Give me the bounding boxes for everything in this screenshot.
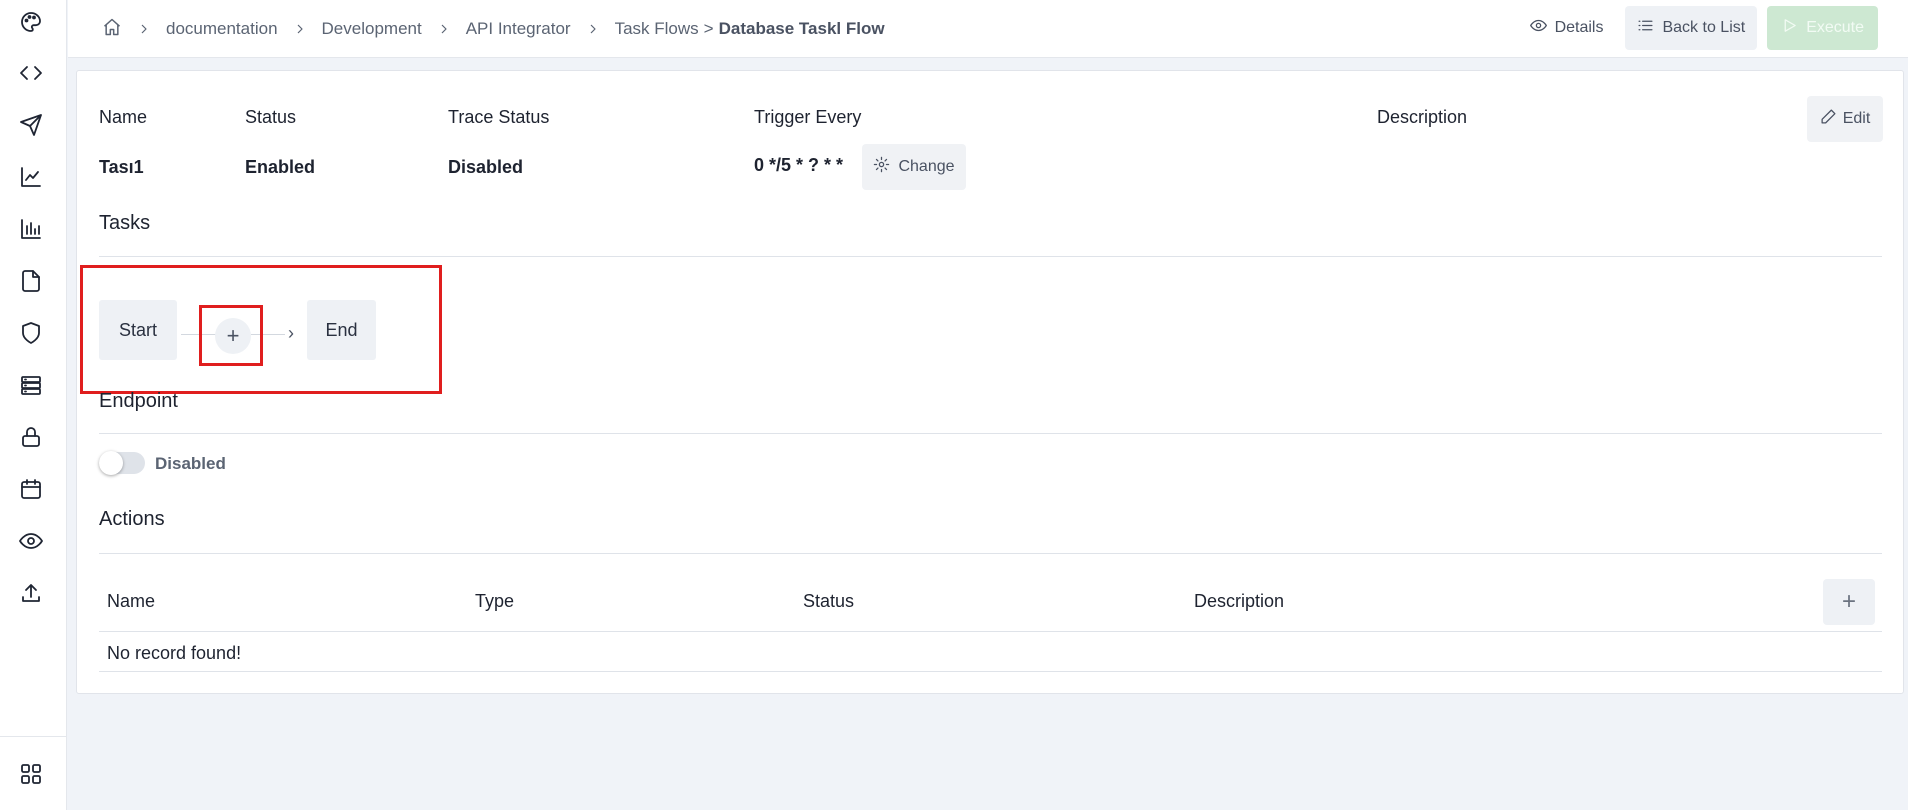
- list-icon: [1637, 17, 1654, 39]
- trace-status-value: Disabled: [448, 157, 524, 177]
- execute-label: Execute: [1806, 19, 1864, 36]
- lock-icon[interactable]: [19, 425, 43, 449]
- top-actions: Details Back to List Execute: [1518, 6, 1878, 50]
- trace-status-label: Trace Status: [448, 107, 550, 127]
- play-icon: [1781, 17, 1798, 39]
- status-value: Enabled: [245, 157, 316, 177]
- description-label: Description: [1377, 107, 1468, 127]
- breadcrumb-item-development[interactable]: Development: [322, 19, 422, 39]
- code-icon[interactable]: [19, 61, 43, 85]
- status-label: Status: [245, 107, 297, 127]
- tasks-divider: [99, 256, 1882, 257]
- server-icon[interactable]: [19, 373, 43, 397]
- table-bottom-divider: [99, 671, 1882, 672]
- breadcrumb: documentation Development API Integrator…: [102, 0, 885, 58]
- col-header-name[interactable]: Name: [107, 591, 155, 612]
- details-label: Details: [1554, 19, 1604, 36]
- actions-divider: [99, 553, 1882, 554]
- chevron-right-icon: [436, 21, 452, 37]
- toggle-knob: [99, 451, 123, 475]
- apps-grid-icon[interactable]: [19, 762, 43, 786]
- breadcrumb-current: Database Taskl Flow: [718, 19, 885, 38]
- endpoint-toggle[interactable]: [99, 451, 145, 475]
- sidebar-divider: [0, 736, 67, 737]
- edit-label: Edit: [1842, 110, 1871, 127]
- send-icon[interactable]: [19, 113, 43, 137]
- chevron-right-icon: [585, 21, 601, 37]
- execute-button[interactable]: Execute: [1767, 6, 1878, 50]
- tasks-title: Tasks: [99, 212, 151, 234]
- add-action-button[interactable]: +: [1823, 579, 1875, 625]
- name-label: Name: [99, 107, 148, 127]
- change-label: Change: [898, 158, 955, 175]
- palette-icon[interactable]: [19, 10, 43, 34]
- sidebar: [0, 0, 67, 810]
- task-flow-card: Name Status Trace Status Trigger Every D…: [76, 70, 1904, 694]
- endpoint-toggle-label: Disabled: [155, 454, 226, 473]
- calendar-icon[interactable]: [19, 477, 43, 501]
- col-header-description[interactable]: Description: [1194, 591, 1284, 612]
- details-button[interactable]: Details: [1518, 6, 1616, 50]
- back-to-list-button[interactable]: Back to List: [1625, 6, 1758, 50]
- breadcrumb-item-task-flows[interactable]: Task Flows: [615, 19, 699, 39]
- col-header-type[interactable]: Type: [475, 591, 514, 612]
- edit-button[interactable]: Edit: [1807, 96, 1883, 142]
- trend-chart-icon[interactable]: [19, 165, 43, 189]
- highlight-box-add-task: [199, 305, 263, 366]
- shield-icon[interactable]: [19, 321, 43, 345]
- empty-table-message: No record found!: [107, 643, 242, 663]
- chevron-right-icon: [136, 21, 152, 37]
- document-icon[interactable]: [19, 269, 43, 293]
- col-header-status[interactable]: Status: [803, 591, 854, 612]
- gear-icon: [873, 156, 890, 178]
- eye-icon[interactable]: [19, 529, 43, 553]
- name-value: Tası1: [99, 157, 144, 177]
- endpoint-title: Endpoint: [99, 390, 178, 412]
- breadcrumb-separator: >: [703, 19, 714, 38]
- change-trigger-button[interactable]: Change: [862, 144, 966, 190]
- top-bar: documentation Development API Integrator…: [68, 0, 1908, 58]
- bar-chart-icon[interactable]: [19, 217, 43, 241]
- breadcrumb-item-api-integrator[interactable]: API Integrator: [466, 19, 571, 39]
- trigger-every-label: Trigger Every: [754, 107, 862, 127]
- breadcrumb-item-documentation[interactable]: documentation: [166, 19, 278, 39]
- eye-icon: [1529, 17, 1547, 39]
- table-header-divider: [99, 631, 1882, 632]
- upload-icon[interactable]: [19, 581, 43, 605]
- home-icon[interactable]: [102, 17, 122, 42]
- back-to-list-label: Back to List: [1662, 19, 1746, 36]
- endpoint-divider: [99, 433, 1882, 434]
- chevron-right-icon: [292, 21, 308, 37]
- pencil-icon: [1820, 108, 1837, 130]
- actions-title: Actions: [99, 508, 165, 530]
- trigger-value: 0 */5 * ? * *: [754, 155, 844, 175]
